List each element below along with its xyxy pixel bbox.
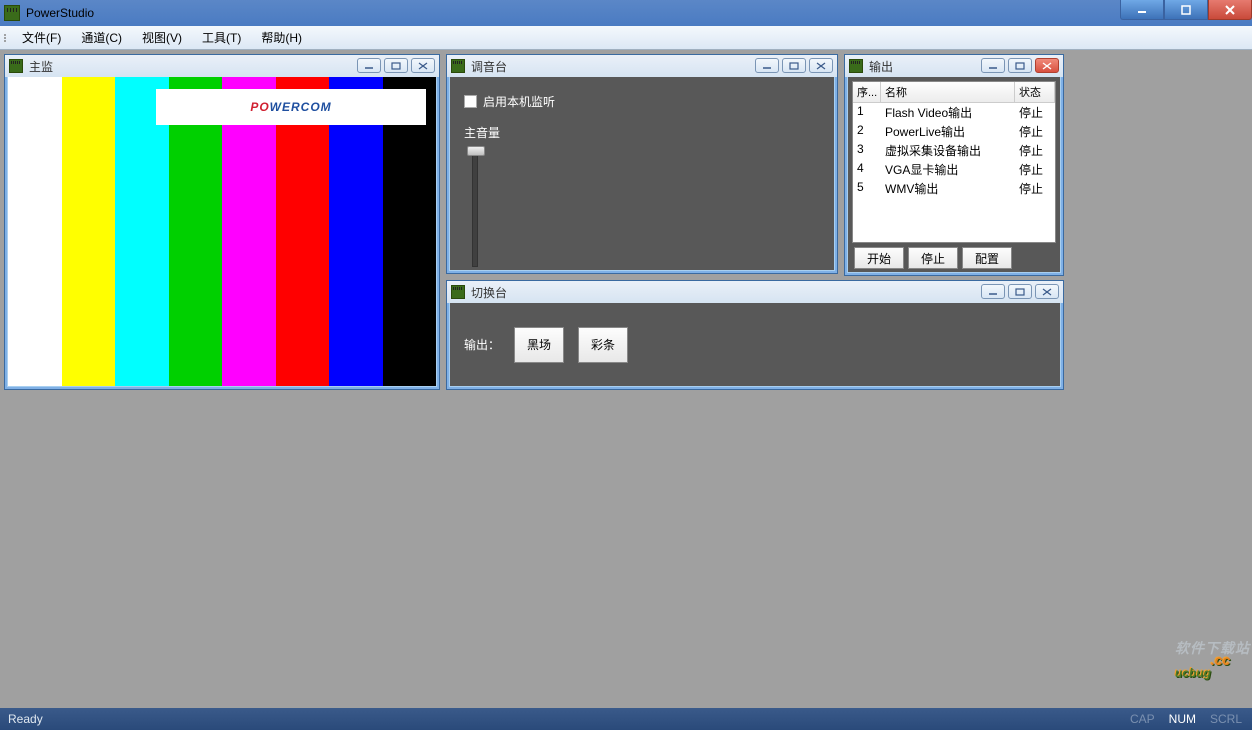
close-button[interactable] bbox=[1208, 0, 1252, 20]
logo-part-1: PO bbox=[250, 100, 269, 114]
switcher-maximize-button[interactable] bbox=[1008, 284, 1032, 299]
output-row[interactable]: 5WMV输出停止 bbox=[853, 179, 1055, 198]
menu-tools[interactable]: 工具(T) bbox=[192, 26, 251, 49]
status-cap: CAP bbox=[1130, 712, 1155, 726]
minimize-button[interactable] bbox=[1120, 0, 1164, 20]
monitor-body: POWERCOM bbox=[8, 77, 436, 386]
switcher-body: 输出： 黑场 彩条 bbox=[450, 303, 1060, 386]
watermark: 软件下载站 ucbug.cc bbox=[1175, 638, 1250, 684]
output-row[interactable]: 4VGA显卡输出停止 bbox=[853, 160, 1055, 179]
menu-view[interactable]: 视图(V) bbox=[132, 26, 192, 49]
stop-button[interactable]: 停止 bbox=[908, 247, 958, 269]
mixer-close-button[interactable] bbox=[809, 58, 833, 73]
master-volume-label: 主音量 bbox=[464, 124, 820, 141]
output-minimize-button[interactable] bbox=[981, 58, 1005, 73]
mdi-area: 主监 POWERCOM 调音台 bbox=[0, 50, 1252, 708]
local-listen-row: 启用本机监听 bbox=[464, 93, 820, 110]
master-volume-slider-thumb[interactable] bbox=[467, 146, 485, 156]
black-button[interactable]: 黑场 bbox=[514, 327, 564, 363]
clapper-icon bbox=[451, 59, 465, 73]
config-button[interactable]: 配置 bbox=[962, 247, 1012, 269]
output-buttons: 开始 停止 配置 bbox=[852, 243, 1056, 269]
output-close-button[interactable] bbox=[1035, 58, 1059, 73]
switcher-window: 切换台 输出： 黑场 彩条 bbox=[446, 280, 1064, 390]
mixer-title: 调音台 bbox=[471, 58, 507, 75]
mixer-window: 调音台 启用本机监听 主音量 bbox=[446, 54, 838, 274]
output-list-header: 序... 名称 状态 bbox=[853, 82, 1055, 103]
watermark-main: ucbug.cc bbox=[1175, 666, 1230, 680]
status-ready: Ready bbox=[8, 712, 43, 726]
mixer-minimize-button[interactable] bbox=[755, 58, 779, 73]
status-num: NUM bbox=[1169, 712, 1196, 726]
switcher-minimize-button[interactable] bbox=[981, 284, 1005, 299]
monitor-title: 主监 bbox=[29, 58, 53, 75]
watermark-small: 软件下载站 bbox=[1175, 638, 1250, 658]
main-titlebar: PowerStudio bbox=[0, 0, 1252, 26]
switcher-titlebar[interactable]: 切换台 bbox=[447, 281, 1063, 303]
col-status[interactable]: 状态 bbox=[1015, 82, 1055, 102]
monitor-close-button[interactable] bbox=[411, 58, 435, 73]
menu-channel[interactable]: 通道(C) bbox=[71, 26, 132, 49]
output-body: 序... 名称 状态 1Flash Video输出停止2PowerLive输出停… bbox=[848, 77, 1060, 272]
status-scrl: SCRL bbox=[1210, 712, 1242, 726]
logo-part-2: WERCOM bbox=[270, 100, 332, 114]
color-bar bbox=[8, 77, 62, 386]
powercom-logo: POWERCOM bbox=[156, 89, 426, 125]
clapper-icon bbox=[9, 59, 23, 73]
output-row[interactable]: 3虚拟采集设备输出停止 bbox=[853, 141, 1055, 160]
output-titlebar[interactable]: 输出 bbox=[845, 55, 1063, 77]
output-row[interactable]: 2PowerLive输出停止 bbox=[853, 122, 1055, 141]
monitor-titlebar[interactable]: 主监 bbox=[5, 55, 439, 77]
output-maximize-button[interactable] bbox=[1008, 58, 1032, 73]
menubar: 文件(F) 通道(C) 视图(V) 工具(T) 帮助(H) bbox=[0, 26, 1252, 50]
output-row[interactable]: 1Flash Video输出停止 bbox=[853, 103, 1055, 122]
mixer-titlebar[interactable]: 调音台 bbox=[447, 55, 837, 77]
monitor-minimize-button[interactable] bbox=[357, 58, 381, 73]
clapper-icon bbox=[451, 285, 465, 299]
mixer-body: 启用本机监听 主音量 bbox=[450, 77, 834, 270]
color-bar bbox=[62, 77, 116, 386]
master-volume-slider-track[interactable] bbox=[472, 147, 478, 267]
maximize-button[interactable] bbox=[1164, 0, 1208, 20]
local-listen-checkbox[interactable] bbox=[464, 95, 477, 108]
output-label: 输出： bbox=[464, 336, 500, 353]
bars-button[interactable]: 彩条 bbox=[578, 327, 628, 363]
menubar-grip bbox=[4, 34, 6, 42]
app-title: PowerStudio bbox=[26, 6, 94, 20]
mixer-maximize-button[interactable] bbox=[782, 58, 806, 73]
switcher-title: 切换台 bbox=[471, 284, 507, 301]
app-icon bbox=[4, 5, 20, 21]
output-window: 输出 序... 名称 状态 1Flash Video输出停止2PowerLive… bbox=[844, 54, 1064, 276]
monitor-window: 主监 POWERCOM bbox=[4, 54, 440, 390]
col-seq[interactable]: 序... bbox=[853, 82, 881, 102]
local-listen-label: 启用本机监听 bbox=[483, 93, 555, 110]
monitor-maximize-button[interactable] bbox=[384, 58, 408, 73]
output-title: 输出 bbox=[869, 58, 893, 75]
start-button[interactable]: 开始 bbox=[854, 247, 904, 269]
clapper-icon bbox=[849, 59, 863, 73]
menu-file[interactable]: 文件(F) bbox=[12, 26, 71, 49]
window-controls bbox=[1120, 0, 1252, 20]
switcher-close-button[interactable] bbox=[1035, 284, 1059, 299]
menu-help[interactable]: 帮助(H) bbox=[251, 26, 312, 49]
statusbar: Ready CAP NUM SCRL bbox=[0, 708, 1252, 730]
col-name[interactable]: 名称 bbox=[881, 82, 1015, 102]
output-list[interactable]: 序... 名称 状态 1Flash Video输出停止2PowerLive输出停… bbox=[852, 81, 1056, 243]
